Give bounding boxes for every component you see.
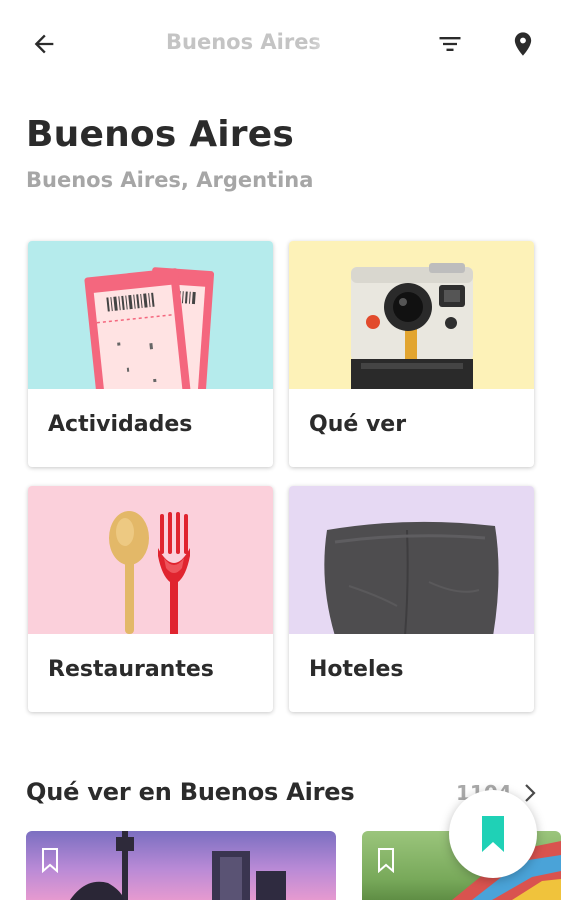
category-label: Actividades — [48, 412, 193, 437]
category-card-hoteles[interactable]: Hoteles — [289, 486, 534, 712]
location-button[interactable] — [505, 26, 541, 62]
back-button[interactable] — [26, 26, 62, 62]
pillow-illustration — [289, 486, 534, 634]
category-card-que-ver[interactable]: Qué ver — [289, 241, 534, 467]
section-title: Qué ver en Buenos Aires — [26, 778, 355, 806]
bookmark-icon — [482, 816, 504, 852]
bookmark-outline-icon[interactable] — [40, 847, 60, 873]
toolbar-title: Buenos Aires — [166, 30, 321, 54]
cutlery-illustration — [28, 486, 273, 634]
category-label: Restaurantes — [48, 657, 214, 682]
category-card-actividades[interactable]: Actividades — [28, 241, 273, 467]
filter-button[interactable] — [432, 26, 468, 62]
filter-lines-icon — [439, 37, 461, 51]
tickets-illustration — [28, 241, 273, 389]
map-pin-icon — [514, 32, 532, 56]
category-card-restaurantes[interactable]: Restaurantes — [28, 486, 273, 712]
category-label: Qué ver — [309, 412, 407, 437]
arrow-left-icon — [34, 34, 54, 54]
page-title: Buenos Aires — [26, 114, 295, 155]
bookmark-outline-icon[interactable] — [376, 847, 396, 873]
place-card[interactable] — [26, 831, 336, 900]
top-app-bar: Buenos Aires — [0, 0, 561, 86]
camera-illustration — [289, 241, 534, 389]
saved-places-fab[interactable] — [449, 790, 537, 878]
category-label: Hoteles — [309, 657, 404, 682]
page-subtitle: Buenos Aires, Argentina — [26, 168, 314, 192]
